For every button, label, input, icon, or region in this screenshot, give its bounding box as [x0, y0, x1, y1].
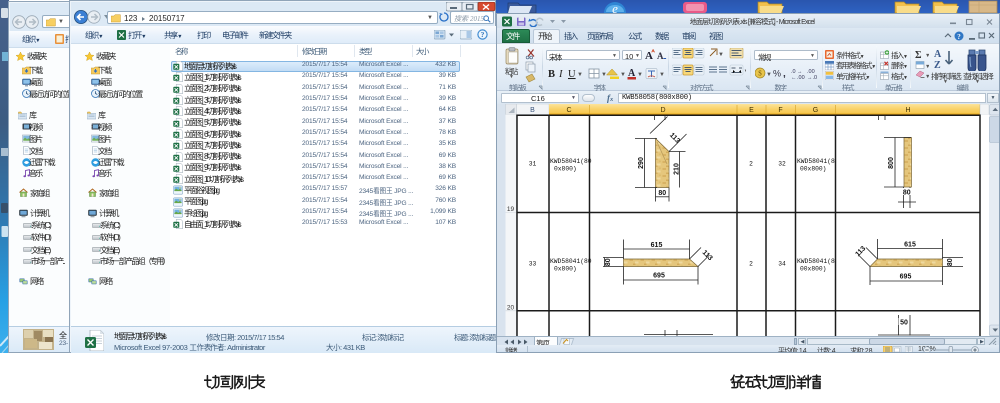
- svg-text:.00: .00: [797, 75, 805, 80]
- svg-text:31: 31: [529, 161, 537, 168]
- svg-text:800: 800: [888, 157, 895, 169]
- svg-text:$: $: [758, 69, 762, 77]
- svg-text:I: I: [558, 69, 563, 80]
- svg-text:C: C: [566, 107, 571, 114]
- svg-text:00x800): 00x800): [800, 266, 826, 273]
- svg-text:F: F: [778, 107, 782, 114]
- svg-text:▼: ▼: [766, 72, 772, 78]
- svg-text:695: 695: [653, 273, 665, 280]
- svg-text:20: 20: [507, 304, 515, 311]
- svg-text:▼: ▼: [601, 72, 607, 78]
- svg-text:KWD58041(8: KWD58041(8: [797, 158, 835, 165]
- svg-text:▼: ▼: [577, 72, 583, 78]
- svg-text:A: A: [657, 51, 664, 61]
- svg-text:0x800): 0x800): [554, 166, 577, 173]
- svg-text:19: 19: [507, 206, 515, 213]
- svg-text:e: e: [612, 1, 618, 13]
- svg-text:80: 80: [903, 190, 911, 197]
- svg-text:695: 695: [900, 274, 912, 281]
- svg-text:▼: ▼: [637, 72, 643, 78]
- svg-text:?: ?: [957, 33, 961, 41]
- svg-text:290: 290: [638, 157, 645, 169]
- svg-text:▼: ▼: [718, 52, 724, 58]
- svg-text:210: 210: [674, 163, 681, 175]
- svg-text:0x800): 0x800): [554, 266, 577, 273]
- svg-text:▼: ▼: [925, 53, 929, 59]
- svg-text:?: ?: [481, 30, 485, 39]
- svg-text:615: 615: [904, 242, 916, 249]
- svg-text:615: 615: [651, 242, 663, 249]
- svg-text:B: B: [530, 107, 535, 114]
- svg-text:00x800): 00x800): [800, 166, 826, 173]
- svg-text:KWD58041(80: KWD58041(80: [550, 158, 592, 165]
- svg-text:▼: ▼: [744, 69, 747, 75]
- svg-text:80: 80: [658, 190, 666, 197]
- svg-text:B: B: [548, 69, 555, 80]
- svg-text:50: 50: [900, 320, 908, 327]
- svg-text:34: 34: [778, 261, 786, 268]
- svg-text:,: ,: [783, 68, 786, 79]
- svg-text:Σ: Σ: [915, 50, 922, 61]
- svg-text:2: 2: [749, 261, 753, 268]
- svg-text:33: 33: [529, 261, 537, 268]
- svg-text:G: G: [813, 107, 818, 114]
- svg-text:▼: ▼: [620, 72, 626, 78]
- svg-text:U: U: [568, 69, 576, 80]
- svg-text:▼: ▼: [659, 72, 664, 78]
- svg-text:KWD58041(80: KWD58041(80: [550, 258, 592, 265]
- svg-text:→.0: →.0: [807, 75, 817, 80]
- svg-text:80: 80: [947, 258, 954, 266]
- svg-text:KWD58041(8: KWD58041(8: [797, 258, 835, 265]
- svg-text:H: H: [905, 107, 910, 114]
- svg-text:2: 2: [749, 161, 753, 168]
- svg-text:E: E: [749, 107, 754, 114]
- svg-text:Z: Z: [934, 60, 941, 71]
- svg-text:32: 32: [778, 161, 786, 168]
- svg-text:←: ←: [791, 75, 797, 80]
- svg-text:A: A: [934, 49, 942, 60]
- svg-text:▼: ▼: [925, 74, 929, 80]
- svg-text:%: %: [773, 68, 781, 78]
- svg-text:▼: ▼: [925, 64, 929, 70]
- svg-text:D: D: [660, 107, 665, 114]
- svg-text:80: 80: [605, 258, 612, 266]
